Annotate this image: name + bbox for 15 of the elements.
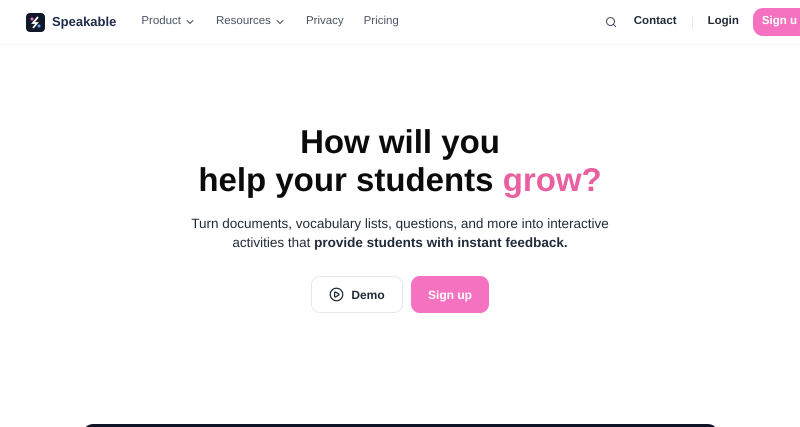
brand-name[interactable]: Speakable <box>52 12 116 32</box>
nav-link[interactable]: Pricing <box>364 13 399 31</box>
demo-button[interactable]: Demo <box>311 276 403 313</box>
play-icon <box>329 287 344 302</box>
headline: help your students <box>198 161 494 198</box>
nav-link[interactable]: Privacy <box>306 13 344 31</box>
subtitle: Turn documents, vocabulary lists, questions, and more into interactive activities that provide students with instant feedback. <box>190 215 610 252</box>
nav-link[interactable]: Product <box>141 13 196 31</box>
search-icon[interactable] <box>604 16 617 28</box>
nav-link[interactable]: Resources <box>216 13 286 31</box>
login-link[interactable]: Login <box>708 13 739 31</box>
contact-link[interactable]: Contact <box>634 13 677 31</box>
headline: How will you <box>299 123 501 161</box>
logo-icon <box>26 12 45 32</box>
headline-highlight: grow? <box>502 161 602 198</box>
